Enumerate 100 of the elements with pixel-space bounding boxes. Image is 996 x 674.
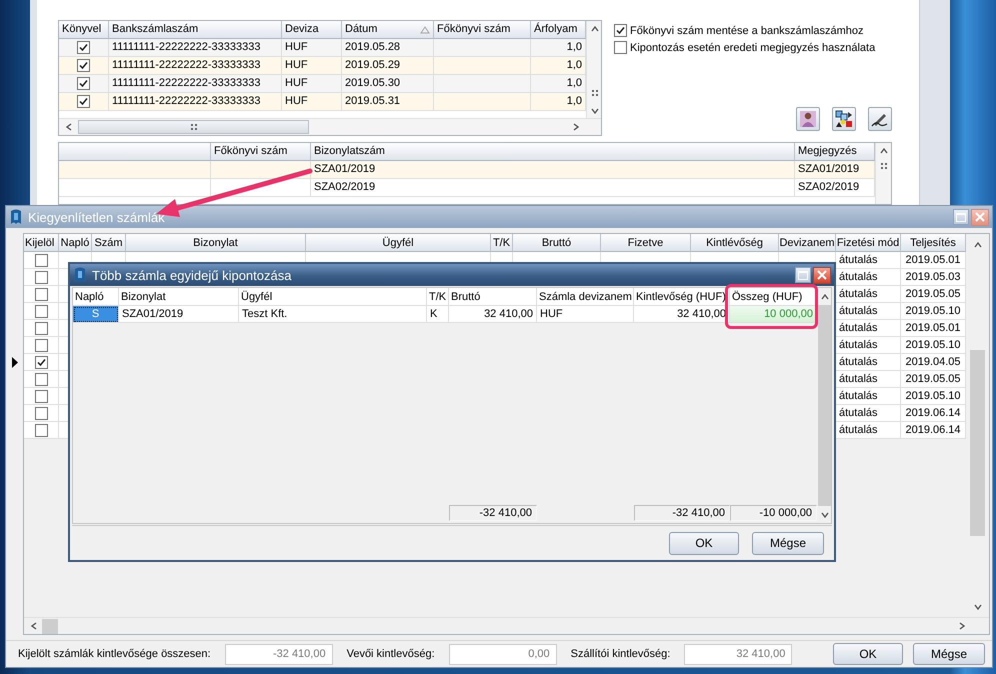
table-cell: HUF: [282, 57, 342, 75]
table-cell: SZA02/2019: [311, 179, 795, 197]
checkbox[interactable]: [77, 95, 90, 108]
scroll-up-button[interactable]: [878, 146, 888, 156]
table-cell: 2019.05.29: [342, 57, 434, 75]
scroll-up-button[interactable]: [590, 24, 600, 34]
column-header[interactable]: Dátum: [342, 21, 434, 39]
column-header[interactable]: Kintlevőség (HUF): [634, 288, 730, 306]
column-header[interactable]: Bizonylat: [126, 234, 306, 252]
scroll-up-button[interactable]: [820, 292, 830, 302]
checkbox[interactable]: [34, 270, 48, 284]
summary-field[interactable]: -32 410,00: [224, 644, 333, 664]
summary-field[interactable]: 0,00: [448, 644, 557, 664]
column-header[interactable]: Főkönyvi szám: [434, 21, 531, 39]
table-cell: 2019.05.05: [901, 286, 966, 303]
table-cell: 2019.05.10: [901, 388, 966, 405]
table-cell[interactable]: Teszt Kft.: [239, 306, 427, 323]
scroll-thumb[interactable]: [78, 120, 309, 134]
table-cell: 1,0: [531, 57, 586, 75]
table-cell: átutalás: [836, 371, 901, 388]
column-header[interactable]: Könyvel: [59, 21, 109, 39]
column-header[interactable]: Árfolyam: [531, 21, 586, 39]
table-cell: 2019.05.28: [342, 39, 434, 57]
column-header[interactable]: Napló: [73, 288, 119, 306]
column-header[interactable]: Szám: [92, 234, 126, 252]
checkbox[interactable]: [614, 24, 627, 37]
checkbox[interactable]: [34, 254, 48, 266]
checkbox[interactable]: [34, 424, 48, 436]
total-value: -32 410,00: [634, 505, 730, 522]
checkbox[interactable]: [34, 322, 48, 334]
checkbox[interactable]: [77, 59, 90, 72]
column-header[interactable]: Teljesítés: [901, 234, 966, 252]
column-header[interactable]: T/K: [427, 288, 449, 306]
table-cell: átutalás: [836, 422, 901, 439]
checkbox[interactable]: [34, 288, 48, 300]
table-cell: 2019.05.05: [901, 371, 966, 388]
close-icon: [975, 212, 985, 222]
ok-button[interactable]: OK: [669, 532, 739, 555]
column-header[interactable]: Bruttó: [513, 234, 601, 252]
close-button[interactable]: [971, 208, 989, 226]
column-header[interactable]: Kintlévőség: [691, 234, 779, 252]
checkbox[interactable]: [34, 390, 48, 402]
toolbar-button[interactable]: [832, 107, 856, 131]
scroll-left-button[interactable]: [28, 621, 38, 631]
scroll-thumb[interactable]: [970, 350, 985, 536]
column-header[interactable]: Bizonylatszám: [311, 143, 795, 161]
column-header[interactable]: Devizanem: [779, 234, 836, 252]
table-cell: HUF: [282, 75, 342, 93]
column-header[interactable]: Összeg (HUF): [730, 288, 817, 306]
column-header[interactable]: Bankszámlaszám: [109, 21, 282, 39]
column-header[interactable]: Napló: [59, 234, 92, 252]
field-label: Szállítói kintlevőség:: [570, 648, 670, 660]
table-cell: 2019.05.03: [901, 269, 966, 286]
scroll-thumb[interactable]: [818, 305, 831, 506]
summary-field[interactable]: 32 410,00: [684, 644, 792, 664]
checkbox[interactable]: [77, 41, 90, 54]
total-value: -10 000,00: [730, 505, 817, 522]
table-cell[interactable]: 32 410,00: [634, 306, 730, 323]
column-header[interactable]: Főkönyvi szám: [211, 143, 311, 161]
table-cell: átutalás: [836, 286, 901, 303]
checkbox[interactable]: [34, 356, 48, 368]
checkbox[interactable]: [34, 372, 48, 386]
column-header[interactable]: Fizetési mód: [836, 234, 901, 252]
cancel-button[interactable]: Mégse: [913, 643, 985, 665]
maximize-button[interactable]: [795, 267, 811, 283]
column-header[interactable]: T/K: [491, 234, 513, 252]
scroll-left-button[interactable]: [64, 122, 74, 132]
field-label: Kijelölt számlák kintlevősége összesen:: [18, 648, 211, 660]
toolbar-button[interactable]: [868, 107, 892, 131]
column-header[interactable]: Kijelöl: [24, 234, 59, 252]
table-cell: 2019.05.01: [901, 320, 966, 337]
column-header[interactable]: Fizetve: [601, 234, 691, 252]
checkbox[interactable]: [77, 77, 90, 90]
column-header[interactable]: Számla devizanem: [537, 288, 634, 306]
checkbox[interactable]: [34, 406, 48, 420]
table-cell[interactable]: K: [427, 306, 449, 323]
column-header[interactable]: Deviza: [282, 21, 342, 39]
app-icon: [10, 209, 22, 225]
ok-button[interactable]: OK: [833, 643, 903, 665]
checkbox[interactable]: [614, 41, 627, 54]
maximize-button[interactable]: [953, 209, 969, 225]
column-header[interactable]: Ügyfél: [306, 234, 491, 252]
close-button[interactable]: [813, 266, 831, 284]
column-header[interactable]: Ügyfél: [239, 288, 427, 306]
table-cell: átutalás: [836, 405, 901, 422]
table-cell[interactable]: 32 410,00: [449, 306, 537, 323]
scroll-up-button[interactable]: [972, 240, 982, 250]
scroll-thumb[interactable]: [42, 618, 58, 634]
cancel-button[interactable]: Mégse: [752, 532, 824, 555]
grip-icon: [592, 90, 598, 96]
table-cell[interactable]: SZA01/2019: [119, 306, 239, 323]
toolbar-button[interactable]: [796, 107, 820, 131]
table-cell: 2019.05.10: [901, 337, 966, 354]
checkbox[interactable]: [34, 338, 48, 352]
checkbox[interactable]: [34, 304, 48, 318]
column-header[interactable]: Bizonylat: [119, 288, 239, 306]
column-header[interactable]: Bruttó: [449, 288, 537, 306]
table-cell: 2019.05.10: [901, 303, 966, 320]
column-header[interactable]: Megjegyzés: [795, 143, 875, 161]
table-cell[interactable]: HUF: [537, 306, 634, 323]
